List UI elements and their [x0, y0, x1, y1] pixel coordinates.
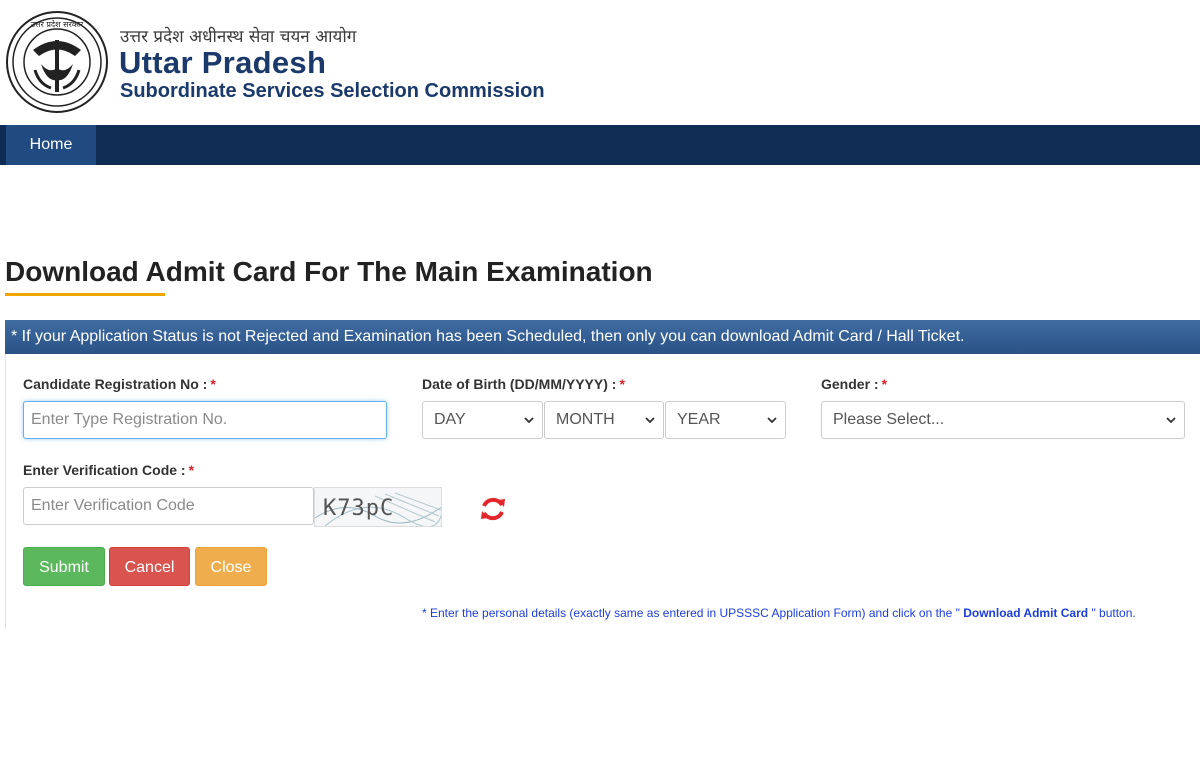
dob-year-value: YEAR	[677, 411, 721, 428]
dob-month-value: MONTH	[556, 411, 615, 428]
gender-select[interactable]: Please Select...	[821, 401, 1185, 439]
commission-title: Subordinate Services Selection Commissio…	[120, 80, 545, 102]
footnote-end-text: " button.	[1091, 606, 1136, 620]
required-mark: *	[881, 376, 888, 392]
refresh-captcha-icon[interactable]	[478, 494, 508, 524]
verification-label-text: Enter Verification Code :	[23, 462, 186, 478]
dob-year-select[interactable]: YEAR	[665, 401, 786, 439]
page-title: Download Admit Card For The Main Examina…	[5, 256, 653, 287]
verification-code-input[interactable]	[23, 487, 314, 525]
chevron-down-icon	[1166, 417, 1176, 424]
title-underline	[5, 293, 165, 296]
site-header: उत्तर प्रदेश सरकार उत्तर प्रदेश अधीनस्थ …	[0, 0, 1200, 125]
dob-month-select[interactable]: MONTH	[544, 401, 664, 439]
gender-label-text: Gender :	[821, 376, 879, 392]
captcha-image: K73pC	[314, 487, 442, 527]
footnote-text: * Enter the personal details (exactly sa…	[422, 606, 960, 620]
required-mark: *	[188, 462, 195, 478]
form-instruction-note: * Enter the personal details (exactly sa…	[422, 606, 1136, 620]
dob-day-value: DAY	[434, 411, 466, 428]
dob-label-text: Date of Birth (DD/MM/YYYY) :	[422, 376, 617, 392]
registration-label: Candidate Registration No : *	[23, 376, 216, 392]
footnote-bold-text: Download Admit Card	[963, 606, 1089, 620]
chevron-down-icon	[767, 417, 777, 424]
dob-day-select[interactable]: DAY	[422, 401, 543, 439]
chevron-down-icon	[645, 417, 655, 424]
nav-home-link[interactable]: Home	[6, 125, 96, 165]
gender-value: Please Select...	[833, 411, 945, 428]
cancel-button[interactable]: Cancel	[109, 547, 190, 586]
main-navbar: Home	[0, 125, 1200, 165]
close-button[interactable]: Close	[195, 547, 267, 586]
state-title: Uttar Pradesh	[119, 45, 327, 80]
up-state-emblem-icon: उत्तर प्रदेश सरकार	[6, 11, 108, 113]
captcha-text: K73pC	[323, 496, 395, 521]
required-mark: *	[210, 376, 216, 392]
submit-button[interactable]: Submit	[23, 547, 105, 586]
emblem-text: उत्तर प्रदेश सरकार	[31, 19, 84, 29]
required-mark: *	[619, 376, 625, 392]
chevron-down-icon	[524, 417, 534, 424]
dob-label: Date of Birth (DD/MM/YYYY) : *	[422, 376, 625, 392]
registration-label-text: Candidate Registration No :	[23, 376, 208, 392]
eligibility-notice-bar: * If your Application Status is not Reje…	[5, 320, 1200, 354]
gender-label: Gender : *	[821, 376, 887, 392]
registration-number-input[interactable]	[23, 401, 387, 439]
hindi-commission-title: उत्तर प्रदेश अधीनस्थ सेवा चयन आयोग	[120, 27, 357, 47]
verification-label: Enter Verification Code : *	[23, 462, 194, 478]
